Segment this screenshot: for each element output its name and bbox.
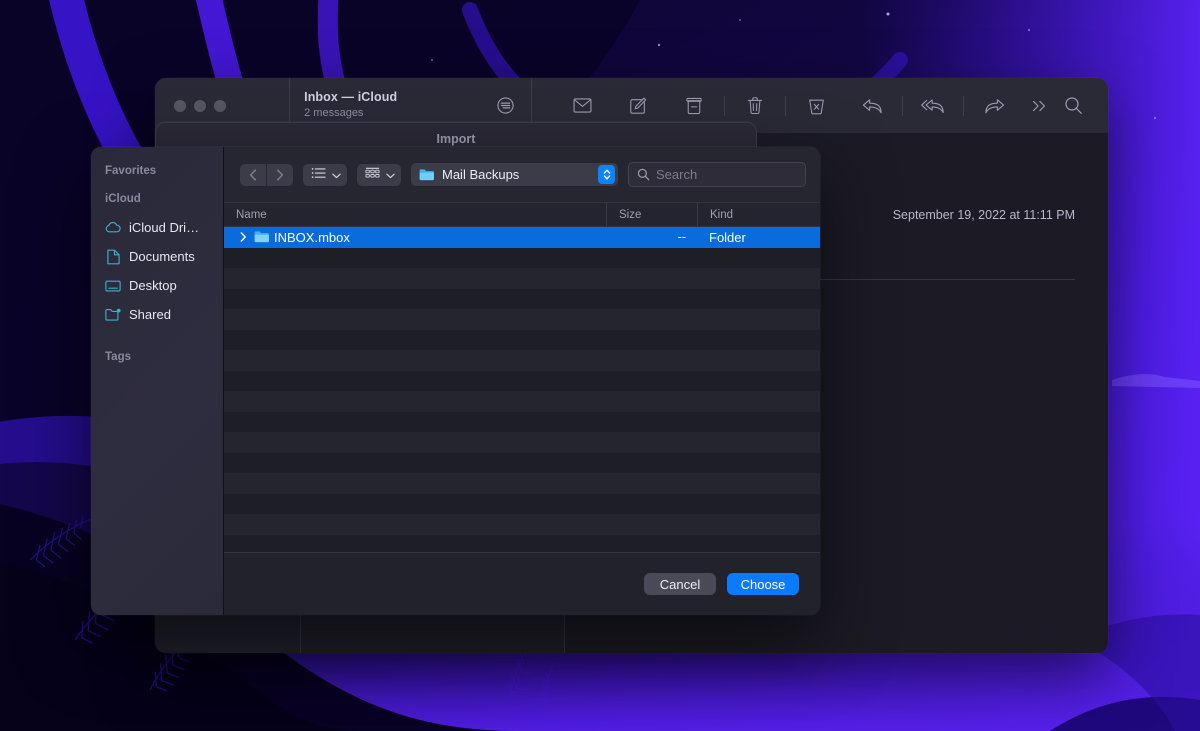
table-row[interactable] <box>224 514 820 535</box>
sidebar-item-label: Documents <box>129 249 195 264</box>
group-by-button[interactable] <box>357 163 401 186</box>
file-name-label: INBOX.mbox <box>274 229 350 245</box>
traffic-lights[interactable] <box>174 99 226 112</box>
table-row[interactable] <box>224 370 820 391</box>
column-header-name[interactable]: Name <box>224 203 606 226</box>
file-size-cell: -- <box>677 230 686 245</box>
import-sheet-title: Import <box>436 132 476 146</box>
sidebar-section-icloud: iCloud <box>105 193 141 205</box>
file-name-cell: INBOX.mbox <box>224 230 606 245</box>
message-date: September 19, 2022 at 11:11 PM <box>892 208 1075 222</box>
folder-icon <box>419 168 435 181</box>
reply-icon[interactable] <box>844 89 900 123</box>
search-input[interactable]: Search <box>628 162 806 187</box>
desktop-icon <box>105 278 121 294</box>
file-dialog-main: Mail Backups Search Name Size Kind INBOX… <box>224 147 820 615</box>
table-row[interactable]: INBOX.mbox -- Folder <box>224 227 820 248</box>
table-row[interactable] <box>224 452 820 473</box>
minimize-button[interactable] <box>194 99 206 112</box>
sidebar-section-tags: Tags <box>105 351 131 363</box>
compose-icon[interactable] <box>610 89 666 123</box>
message-count: 2 messages <box>304 106 364 119</box>
chevron-down-icon <box>332 166 341 184</box>
path-popup-stepper-icon[interactable] <box>598 165 615 184</box>
overflow-icon[interactable] <box>1022 89 1056 123</box>
delete-icon[interactable] <box>727 89 783 123</box>
filter-icon[interactable] <box>493 94 517 118</box>
mailbox-title-block: Inbox — iCloud 2 messages <box>304 90 397 120</box>
file-dialog-sidebar: Favorites iCloud iCloud Dri… Documents D… <box>91 147 224 615</box>
toolbar-divider <box>724 95 725 116</box>
table-row[interactable] <box>224 473 820 494</box>
grid-view-icon <box>365 166 380 184</box>
sidebar-item-shared[interactable]: Shared <box>91 300 223 329</box>
table-row[interactable] <box>224 329 820 350</box>
navigation-buttons[interactable] <box>240 163 293 186</box>
sidebar-section-favorites: Favorites <box>105 165 157 177</box>
folder-icon <box>254 230 269 245</box>
view-mode-button[interactable] <box>303 163 347 186</box>
toolbar-divider <box>963 95 964 116</box>
empty-rows-container <box>224 247 820 535</box>
sidebar-item-label: iCloud Dri… <box>129 220 200 235</box>
sidebar-item-desktop[interactable]: Desktop <box>91 271 223 300</box>
sidebar-item-icloud-drive[interactable]: iCloud Dri… <box>91 213 223 242</box>
file-open-dialog: Favorites iCloud iCloud Dri… Documents D… <box>91 147 820 615</box>
search-icon <box>637 168 650 181</box>
column-header-kind[interactable]: Kind <box>697 203 820 226</box>
search-placeholder: Search <box>656 167 698 182</box>
forward-icon[interactable] <box>966 89 1022 123</box>
table-row[interactable] <box>224 411 820 432</box>
cancel-button[interactable]: Cancel <box>644 573 716 595</box>
choose-button[interactable]: Choose <box>727 573 799 595</box>
page-title: Inbox — iCloud <box>304 90 398 105</box>
table-row[interactable] <box>224 350 820 371</box>
table-row[interactable] <box>224 309 820 330</box>
archive-icon[interactable] <box>666 89 722 123</box>
sidebar-item-documents[interactable]: Documents <box>91 242 223 271</box>
toolbar-divider <box>902 95 903 116</box>
chevron-down-icon <box>386 166 395 184</box>
column-header-size[interactable]: Size <box>606 203 697 226</box>
reply-all-icon[interactable] <box>905 89 961 123</box>
sidebar-item-label: Shared <box>129 307 171 322</box>
back-button[interactable] <box>240 163 266 186</box>
sidebar-item-label: Desktop <box>129 278 177 293</box>
zoom-button[interactable] <box>214 99 226 112</box>
path-popup-label: Mail Backups <box>442 167 520 182</box>
junk-icon[interactable] <box>788 89 844 123</box>
table-row[interactable] <box>224 493 820 514</box>
table-row[interactable] <box>224 247 820 268</box>
forward-button[interactable] <box>267 163 293 186</box>
path-popup-button[interactable]: Mail Backups <box>411 163 618 186</box>
close-button[interactable] <box>174 99 186 112</box>
list-view-icon <box>311 166 326 184</box>
file-dialog-toolbar: Mail Backups Search <box>224 147 820 202</box>
file-kind-cell: Folder <box>709 229 746 245</box>
toolbar-divider <box>785 95 786 116</box>
search-icon[interactable] <box>1056 89 1090 123</box>
table-row[interactable] <box>224 268 820 289</box>
get-mail-icon[interactable] <box>554 89 610 123</box>
table-row[interactable] <box>224 391 820 412</box>
shared-folder-icon <box>105 307 121 323</box>
file-list[interactable]: INBOX.mbox -- Folder <box>224 227 820 552</box>
table-row[interactable] <box>224 288 820 309</box>
icloud-icon <box>105 220 121 236</box>
file-list-column-headers: Name Size Kind <box>224 202 820 227</box>
disclosure-triangle-icon[interactable] <box>238 232 249 242</box>
document-icon <box>105 249 121 265</box>
table-row[interactable] <box>224 432 820 453</box>
file-dialog-footer: Cancel Choose <box>224 552 820 615</box>
